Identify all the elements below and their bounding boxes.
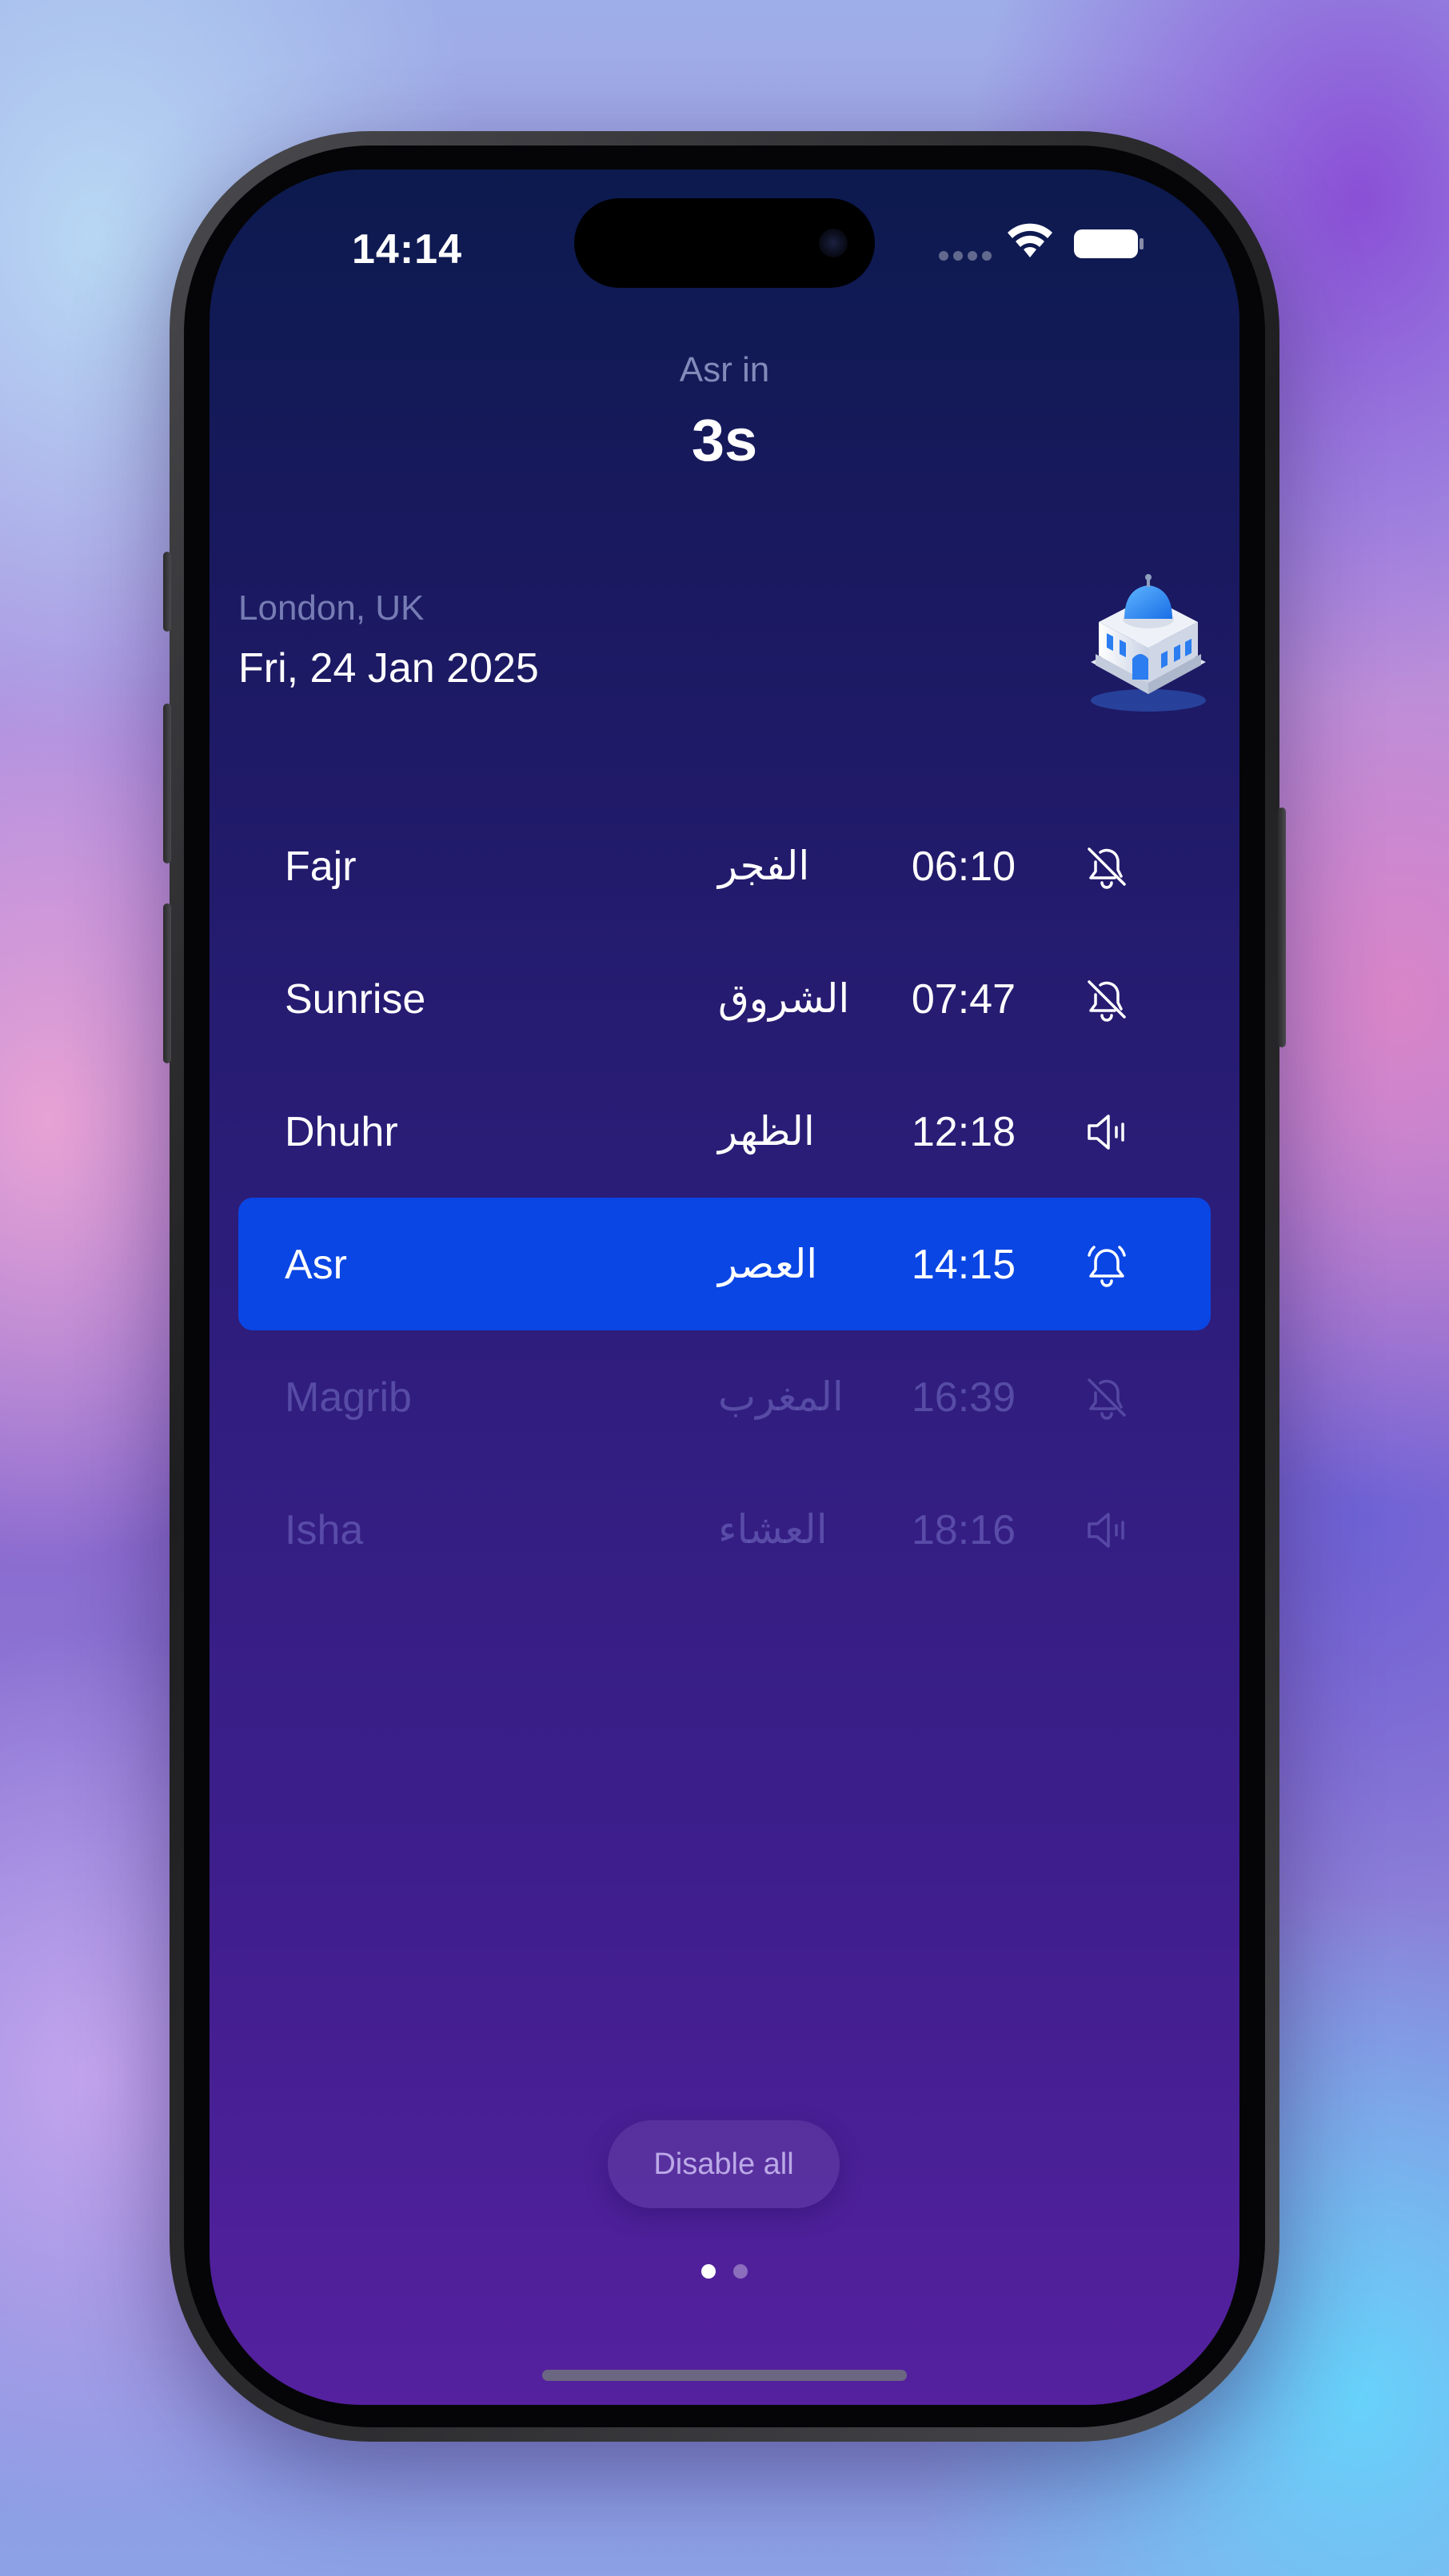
app-screen: 14:14 Asr in 3s London, UK Fri, 24 Jan 2…: [210, 169, 1239, 2405]
prayer-row-dhuhr[interactable]: Dhuhr الظهر 12:18: [238, 1065, 1211, 1198]
prayer-row-sunrise[interactable]: Sunrise الشروق 07:47: [238, 932, 1211, 1065]
countdown-value: 3s: [691, 407, 758, 473]
signal-dots-icon: [939, 251, 992, 261]
wifi-icon: [1008, 223, 1052, 257]
bell-off-icon[interactable]: [1083, 1374, 1131, 1422]
prayer-time: 14:15: [911, 1242, 1016, 1288]
volume-up-button: [163, 704, 171, 863]
volume-down-button: [163, 903, 171, 1063]
location-label[interactable]: London, UK: [238, 588, 424, 628]
bell-off-icon[interactable]: [1083, 975, 1131, 1023]
prayer-name: Isha: [285, 1507, 364, 1553]
prayer-time: 12:18: [911, 1109, 1016, 1155]
prayer-name: Sunrise: [285, 976, 426, 1023]
dynamic-island: [574, 198, 875, 288]
prayer-row-isha[interactable]: Isha العشاء 18:16: [238, 1463, 1211, 1596]
page-dot-2[interactable]: [733, 2264, 748, 2279]
prayer-time: 06:10: [911, 843, 1016, 890]
action-button: [163, 552, 171, 632]
page-indicator[interactable]: [210, 2264, 1239, 2279]
bell-icon[interactable]: [1083, 1241, 1131, 1289]
home-indicator[interactable]: [542, 2370, 907, 2381]
prayer-time: 18:16: [911, 1507, 1016, 1553]
power-button: [1278, 807, 1286, 1047]
prayer-time: 07:47: [911, 976, 1016, 1023]
prayer-row-magrib[interactable]: Magrib المغرب 16:39: [238, 1330, 1211, 1463]
mosque-icon[interactable]: [1084, 574, 1212, 718]
prayer-time: 16:39: [911, 1374, 1016, 1421]
prayer-name: Magrib: [285, 1374, 412, 1421]
prayer-row-fajr[interactable]: Fajr الفجر 06:10: [238, 800, 1211, 932]
status-time: 14:14: [352, 226, 462, 273]
page-dot-1[interactable]: [701, 2264, 716, 2279]
prayer-name: Asr: [285, 1242, 347, 1288]
prayer-name: Fajr: [285, 843, 357, 890]
speaker-icon[interactable]: [1083, 1108, 1131, 1156]
prayer-name: Dhuhr: [285, 1109, 398, 1155]
prayer-row-asr[interactable]: Asr العصر 14:15: [238, 1198, 1211, 1330]
speaker-icon[interactable]: [1083, 1506, 1131, 1554]
battery-icon: [1074, 229, 1144, 258]
camera-icon: [819, 229, 848, 257]
date-label: Fri, 24 Jan 2025: [238, 645, 539, 692]
prayer-list: Fajr الفجر 06:10 Sunrise الشروق 07:47 Dh…: [238, 800, 1211, 1596]
disable-all-button[interactable]: Disable all: [608, 2120, 840, 2208]
countdown-label: Asr in: [679, 350, 770, 389]
bell-off-icon[interactable]: [1083, 843, 1131, 891]
